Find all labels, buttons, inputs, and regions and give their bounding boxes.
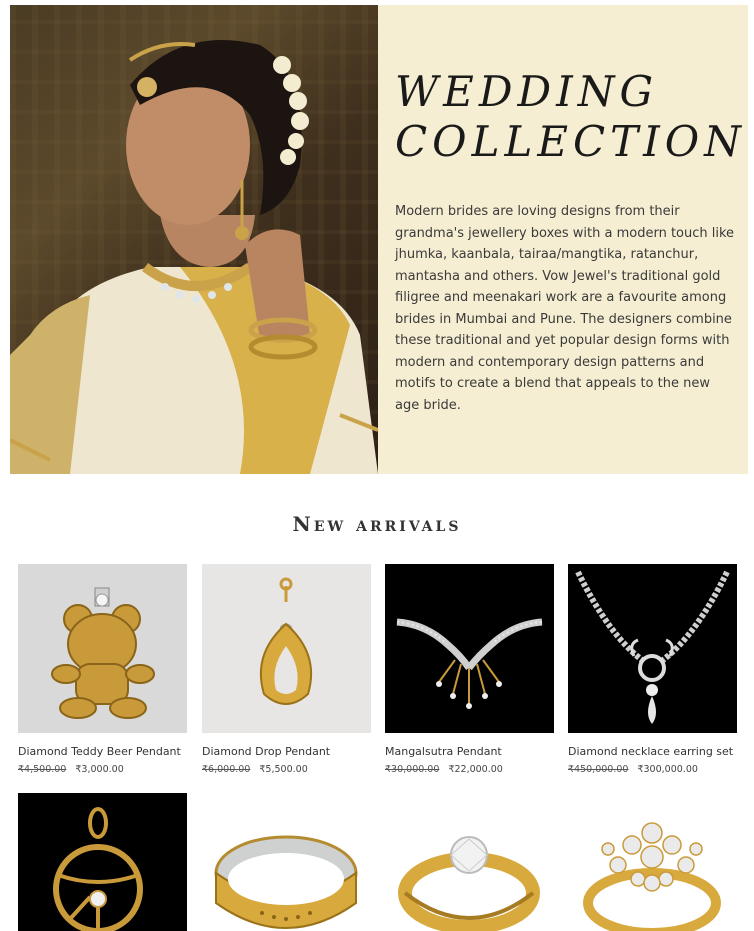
product-name[interactable]: Mangalsutra Pendant bbox=[385, 745, 554, 758]
product-old-price: ₹6,000.00 bbox=[202, 764, 251, 775]
product-image[interactable] bbox=[568, 564, 737, 733]
product-sale-price: ₹3,000.00 bbox=[75, 764, 124, 775]
product-card[interactable] bbox=[385, 793, 554, 931]
product-image[interactable] bbox=[202, 564, 371, 733]
product-price: ₹6,000.00 ₹5,500.00 bbox=[202, 764, 371, 775]
section-title: New arrivals bbox=[292, 512, 462, 536]
hero-banner: WEDDING COLLECTION Modern brides are lov… bbox=[10, 5, 748, 474]
product-sale-price: ₹5,500.00 bbox=[259, 764, 308, 775]
hero-title-line1: WEDDING bbox=[395, 67, 659, 116]
product-card[interactable]: Diamond Teddy Beer Pendant ₹4,500.00 ₹3,… bbox=[18, 564, 187, 775]
product-old-price: ₹450,000.00 bbox=[568, 764, 629, 775]
product-card[interactable] bbox=[18, 793, 187, 931]
hero-description: Modern brides are loving designs from th… bbox=[395, 204, 735, 413]
product-card[interactable]: Diamond necklace earring set ₹450,000.00… bbox=[568, 564, 737, 775]
product-price: ₹30,000.00 ₹22,000.00 bbox=[385, 764, 554, 775]
hero-text-panel: WEDDING COLLECTION Modern brides are lov… bbox=[378, 5, 748, 474]
product-card[interactable]: Diamond Drop Pendant ₹6,000.00 ₹5,500.00 bbox=[202, 564, 371, 775]
product-price: ₹450,000.00 ₹300,000.00 bbox=[568, 764, 737, 775]
bride-photo bbox=[10, 5, 378, 474]
product-sale-price: ₹22,000.00 bbox=[448, 764, 503, 775]
product-image[interactable] bbox=[18, 564, 187, 733]
hero-title: WEDDING COLLECTION bbox=[395, 67, 746, 167]
product-name[interactable]: Diamond Drop Pendant bbox=[202, 745, 371, 758]
product-old-price: ₹4,500.00 bbox=[18, 764, 67, 775]
hero-title-line2: COLLECTION bbox=[395, 117, 746, 166]
product-image[interactable] bbox=[202, 793, 371, 931]
product-image[interactable] bbox=[385, 793, 554, 931]
product-image[interactable] bbox=[385, 564, 554, 733]
product-card[interactable] bbox=[202, 793, 371, 931]
product-name[interactable]: Diamond Teddy Beer Pendant bbox=[18, 745, 187, 758]
product-image[interactable] bbox=[18, 793, 187, 931]
product-price: ₹4,500.00 ₹3,000.00 bbox=[18, 764, 187, 775]
product-image[interactable] bbox=[568, 793, 737, 931]
product-sale-price: ₹300,000.00 bbox=[637, 764, 698, 775]
product-old-price: ₹30,000.00 bbox=[385, 764, 440, 775]
product-card[interactable] bbox=[568, 793, 737, 931]
product-name[interactable]: Diamond necklace earring set bbox=[568, 745, 737, 758]
product-card[interactable]: Mangalsutra Pendant ₹30,000.00 ₹22,000.0… bbox=[385, 564, 554, 775]
